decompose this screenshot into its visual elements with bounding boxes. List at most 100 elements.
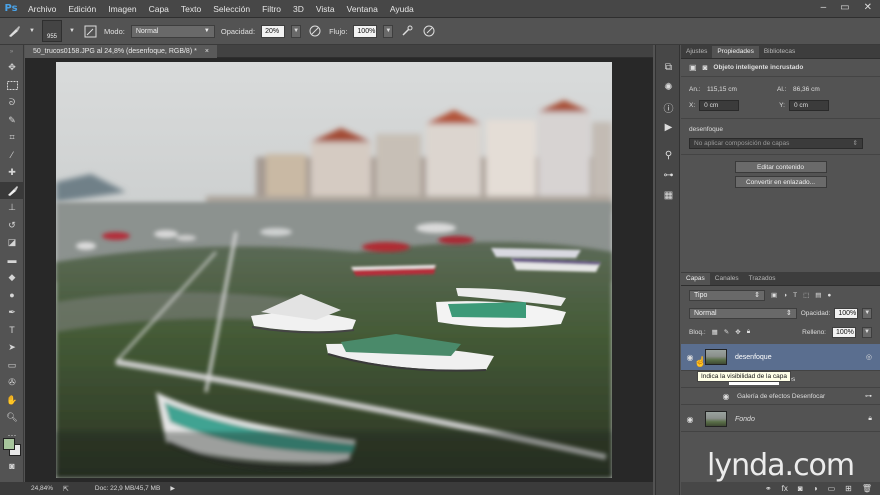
x-field[interactable]: 0 cm — [699, 99, 740, 111]
layer-style-icon[interactable]: fx — [782, 484, 788, 493]
history-panel-icon[interactable]: ⧉ — [656, 57, 681, 77]
menu-capa[interactable]: Capa — [143, 0, 175, 18]
blend-mode-select[interactable]: Normal ⇕ — [689, 307, 797, 319]
convert-linked-button[interactable]: Convertir en enlazado... — [734, 176, 827, 188]
dodge-tool-icon[interactable]: ● — [0, 287, 24, 305]
opacity-field[interactable]: 20% — [261, 24, 286, 38]
shape-tool-icon[interactable]: ▭ — [0, 357, 24, 375]
tab-capas[interactable]: Capas — [681, 273, 710, 285]
navigator-panel-icon[interactable]: ✺ — [656, 77, 681, 97]
brush-size-picker[interactable]: 955 — [42, 20, 62, 42]
brush-tool-icon[interactable] — [0, 181, 24, 199]
layer-row-blur-gallery[interactable]: ◉ Galería de efectos Desenfocar ⊶ — [681, 388, 880, 405]
tab-trazados[interactable]: Trazados — [744, 273, 781, 285]
clone-stamp-tool-icon[interactable]: ⊥ — [0, 199, 24, 217]
pen-tool-icon[interactable]: ✒ — [0, 304, 24, 322]
flow-field[interactable]: 100% — [353, 24, 378, 38]
quick-selection-tool-icon[interactable]: ✎ — [0, 112, 24, 130]
collapse-icon[interactable]: » — [0, 45, 23, 59]
restore-icon[interactable]: ▭ — [840, 3, 849, 13]
layer-opacity-dropdown[interactable]: ▼ — [862, 307, 872, 319]
delete-layer-icon[interactable]: 🗑︎ — [862, 484, 872, 493]
quick-mask-icon[interactable]: ◙ — [0, 457, 24, 475]
hand-tool-icon[interactable]: ✋ — [0, 392, 24, 410]
actions-panel-icon[interactable]: ▶ — [656, 117, 681, 137]
info-panel-icon[interactable]: ⓘ — [656, 97, 681, 117]
chevron-down-icon[interactable]: ▼ — [68, 23, 76, 39]
brush-tool-preset-icon[interactable] — [6, 23, 22, 39]
brush-panel-icon[interactable]: ⚲ — [656, 145, 681, 165]
filter-adjustment-icon[interactable]: ◑ — [783, 292, 787, 299]
pressure-opacity-icon[interactable] — [307, 23, 323, 39]
brush-panel-toggle-icon[interactable] — [82, 23, 98, 39]
filter-pixel-icon[interactable]: ▣ — [771, 291, 777, 299]
layer-name-fondo[interactable]: Fondo — [735, 416, 755, 423]
menu-ventana[interactable]: Ventana — [341, 0, 384, 18]
menu-texto[interactable]: Texto — [175, 0, 207, 18]
layer-row-desenfoque[interactable]: ◉ desenfoque ◎ — [681, 344, 880, 371]
flow-slider-dropdown[interactable]: ▼ — [383, 24, 394, 38]
document-tab[interactable]: 50_trucos0158.JPG al 24,8% (desenfoque, … — [25, 45, 217, 58]
filter-options-icon[interactable]: ⊶ — [865, 392, 872, 400]
layer-row-fondo[interactable]: ◉ Fondo 🔒︎ — [681, 407, 880, 432]
filter-smart-object-icon[interactable]: ▤ — [815, 291, 821, 299]
filter-shape-icon[interactable]: ⬚ — [803, 291, 809, 299]
eyedropper-tool-icon[interactable]: ⁄ — [0, 147, 24, 165]
edit-contents-button[interactable]: Editar contenido — [734, 161, 827, 173]
new-layer-icon[interactable]: ⊞ — [845, 484, 852, 493]
document-canvas[interactable] — [56, 62, 612, 478]
chevron-down-icon[interactable]: ▼ — [28, 23, 36, 39]
layer-opacity-field[interactable]: 100% — [834, 307, 859, 319]
mode-select[interactable]: Normal ▼ — [130, 24, 215, 38]
width-value[interactable]: 115,15 cm — [707, 86, 777, 93]
gradient-tool-icon[interactable]: ▬ — [0, 252, 24, 270]
filter-toggle-icon[interactable]: ● — [827, 292, 831, 299]
fill-field[interactable]: 100% — [832, 326, 856, 338]
menu-imagen[interactable]: Imagen — [102, 0, 142, 18]
eye-icon[interactable]: ◉ — [717, 388, 735, 404]
add-mask-icon[interactable]: ◙ — [798, 484, 803, 493]
new-group-icon[interactable]: ▭ — [828, 484, 836, 493]
history-brush-tool-icon[interactable]: ↺ — [0, 217, 24, 235]
filter-type-icon[interactable]: T — [793, 292, 797, 299]
blur-tool-icon[interactable]: ◆ — [0, 269, 24, 287]
link-layers-icon[interactable]: ⚭ — [765, 484, 772, 493]
eye-icon[interactable]: ◉ — [681, 407, 699, 431]
fill-dropdown[interactable]: ▼ — [862, 326, 872, 338]
foreground-color-swatch[interactable] — [3, 438, 15, 450]
height-value[interactable]: 86,36 cm — [793, 86, 820, 93]
color-swatches[interactable] — [3, 438, 21, 456]
marquee-tool-icon[interactable] — [0, 77, 24, 95]
airbrush-icon[interactable] — [399, 23, 415, 39]
zoom-level[interactable]: 24,84% — [31, 485, 53, 492]
minimize-icon[interactable]: – — [821, 3, 827, 13]
close-icon[interactable]: ✕ — [864, 3, 872, 13]
y-field[interactable]: 0 cm — [788, 99, 829, 111]
menu-seleccion[interactable]: Selección — [207, 0, 256, 18]
lock-position-icon[interactable]: ✥ — [735, 328, 740, 336]
path-selection-tool-icon[interactable]: ➤ — [0, 339, 24, 357]
opacity-slider-dropdown[interactable]: ▼ — [291, 24, 302, 38]
layer-comp-select[interactable]: No aplicar composición de capas ⇕ — [689, 137, 863, 149]
status-menu-arrow-icon[interactable]: ▶ — [170, 485, 175, 492]
move-tool-icon[interactable]: ✥ — [0, 59, 24, 77]
menu-archivo[interactable]: Archivo — [22, 0, 62, 18]
eraser-tool-icon[interactable]: ◪ — [0, 234, 24, 252]
tab-ajustes[interactable]: Ajustes — [681, 46, 712, 58]
menu-vista[interactable]: Vista — [310, 0, 341, 18]
tab-propiedades[interactable]: Propiedades — [712, 46, 759, 58]
share-icon[interactable]: ⇱ — [63, 485, 69, 493]
healing-brush-tool-icon[interactable]: ✚ — [0, 164, 24, 182]
close-tab-icon[interactable]: × — [205, 48, 209, 55]
menu-3d[interactable]: 3D — [287, 0, 310, 18]
zoom-tool-icon[interactable]: 🔍︎ — [0, 409, 24, 427]
tab-canales[interactable]: Canales — [710, 273, 744, 285]
lock-transparent-icon[interactable]: ▦ — [712, 328, 718, 336]
pressure-size-icon[interactable] — [421, 23, 437, 39]
tab-bibliotecas[interactable]: Bibliotecas — [759, 46, 800, 58]
layer-filter-select[interactable]: Tipo ⇕ — [689, 289, 765, 301]
lock-all-icon[interactable]: 🔒︎ — [747, 328, 750, 336]
3d-tool-icon[interactable]: ✇ — [0, 374, 24, 392]
lock-pixels-icon[interactable]: ✎ — [724, 328, 729, 336]
new-adjustment-icon[interactable]: ◑ — [813, 484, 818, 493]
